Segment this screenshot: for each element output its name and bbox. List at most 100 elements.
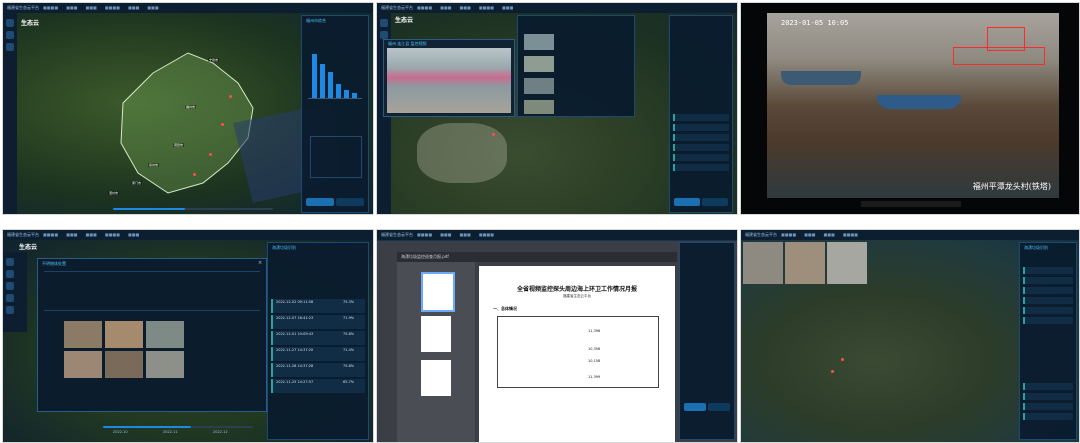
action-button[interactable] — [708, 403, 730, 411]
panel-title: 海漂垃圾识别 — [272, 245, 296, 250]
camera-watermark: 福州平潭龙头村(铁塔) — [972, 182, 1051, 191]
evidence-photo[interactable] — [785, 242, 825, 284]
evidence-photo[interactable] — [105, 351, 143, 378]
nav-icon[interactable] — [6, 258, 14, 266]
monitor-marker[interactable] — [221, 123, 224, 126]
list-item[interactable] — [1023, 287, 1073, 294]
nav-icon[interactable] — [6, 31, 14, 39]
action-button[interactable] — [702, 198, 728, 206]
evidence-photo[interactable] — [146, 351, 184, 378]
evidence-photo[interactable] — [64, 351, 102, 378]
app-logo: 生态云 — [395, 17, 414, 24]
monitor-marker[interactable] — [209, 153, 212, 156]
list-item[interactable] — [673, 154, 729, 161]
list-item[interactable] — [1023, 277, 1073, 284]
nav-icon[interactable] — [6, 282, 14, 290]
timestamp: 2023-01-05 10:05 — [781, 19, 849, 27]
page-thumbnail[interactable] — [421, 316, 451, 352]
detection-box — [953, 47, 1045, 65]
player-controls[interactable] — [861, 201, 961, 207]
action-button[interactable] — [306, 198, 334, 206]
app-logo: 生态云 — [21, 20, 40, 27]
stats-panel — [669, 15, 733, 213]
camera-thumb[interactable] — [524, 34, 554, 50]
doc-subtitle: 福建省生态云平台 — [563, 294, 591, 298]
monitor-marker[interactable] — [193, 173, 196, 176]
list-item[interactable]: 2022-12-01 10:09:43 75.8% — [271, 331, 365, 345]
list-score: 75.3% — [343, 300, 355, 304]
action-button[interactable] — [684, 403, 706, 411]
screenshot-panel-4: 福建省生态云平台 ■■■■ ■■■ ■■■ ■■■■ ■■■ 生态云 不明物体处置 × … — [2, 229, 374, 443]
list-item[interactable] — [1023, 307, 1073, 314]
top-tabs[interactable]: ■■■■ ■■■ ■■■ ■■■■ ■■■ — [417, 3, 521, 13]
list-item[interactable] — [673, 114, 729, 121]
camera-thumb[interactable] — [524, 56, 554, 72]
top-tabs[interactable]: ■■■■ ■■■ ■■■ ■■■■ ■■■ ■■■ — [43, 3, 167, 13]
monitor-marker[interactable] — [831, 370, 834, 373]
camera-thumb[interactable] — [524, 78, 554, 94]
page-thumbnail[interactable] — [421, 272, 455, 312]
evidence-photo[interactable] — [105, 321, 143, 348]
top-tabs[interactable]: ■■■■ ■■■ ■■■ ■■■■ ■■■ — [43, 230, 147, 240]
list-item[interactable] — [673, 144, 729, 151]
list-item[interactable] — [1023, 317, 1073, 324]
list-item[interactable] — [1023, 393, 1073, 400]
action-button[interactable] — [674, 198, 700, 206]
close-icon[interactable]: × — [258, 261, 263, 266]
boat — [877, 95, 961, 109]
bar — [352, 93, 357, 98]
nav-icon[interactable] — [380, 19, 388, 27]
nav-icon[interactable] — [6, 270, 14, 278]
screenshot-panel-1: 福建省生态云平台 ■■■■ ■■■ ■■■ ■■■■ ■■■ ■■■ 宁德市 福州市 莆田… — [2, 2, 374, 215]
video-window[interactable]: 福州 连江县 监控视频 — [383, 39, 515, 117]
list-date: 2022-12-01 10:09:43 — [276, 332, 314, 336]
nav-icon[interactable] — [6, 306, 14, 314]
list-item[interactable] — [673, 134, 729, 141]
window-title: 福建省生态云平台 — [381, 5, 413, 10]
app-logo: 生态云 — [19, 244, 38, 251]
bar — [336, 84, 341, 98]
list-item[interactable]: 2022-11-27 14:37:20 71.4% — [271, 347, 365, 361]
timeline-label: 2022-10 — [113, 430, 128, 434]
list-item[interactable]: 2022-11-25 14:27:57 65.7% — [271, 379, 365, 393]
list-item[interactable] — [1023, 413, 1073, 420]
nav-icon[interactable] — [6, 19, 14, 27]
page-thumbnail[interactable] — [421, 360, 451, 396]
list-item[interactable] — [1023, 267, 1073, 274]
pdf-thumbnail-strip — [397, 262, 475, 442]
town-area — [417, 123, 507, 183]
evidence-photo[interactable] — [827, 242, 867, 284]
table-cell: 11,399 — [588, 375, 601, 379]
table-cell: 10,358 — [588, 347, 601, 351]
list-item[interactable] — [673, 164, 729, 171]
list-item[interactable] — [1023, 383, 1073, 390]
region-tag: 宁德市 — [208, 58, 220, 62]
list-item[interactable] — [673, 124, 729, 131]
list-item[interactable] — [1023, 297, 1073, 304]
list-score: 71.9% — [343, 316, 355, 320]
nav-icon[interactable] — [6, 294, 14, 302]
evidence-photo[interactable] — [64, 321, 102, 348]
timeline-label: 2022-11 — [163, 430, 178, 434]
action-button[interactable] — [336, 198, 364, 206]
evidence-photo[interactable] — [146, 321, 184, 348]
list-item[interactable]: 2022-11-28 14:37:28 75.8% — [271, 363, 365, 377]
nav-icon[interactable] — [6, 43, 14, 51]
top-tabs[interactable]: ■■■■ ■■■ ■■■ ■■■■ — [781, 230, 866, 240]
camera-list-panel — [517, 15, 635, 117]
camera-thumb[interactable] — [524, 100, 554, 114]
list-item[interactable]: 2022-12-02 09:11:58 75.3% — [271, 299, 365, 313]
list-item[interactable]: 2022-12-07 16:41:23 71.9% — [271, 315, 365, 329]
top-tabs[interactable]: ■■■■ ■■■ ■■■ ■■■■ — [417, 230, 502, 240]
pdf-filename: 海漂垃圾监控巡查月报.pdf — [401, 254, 449, 259]
nav-icon[interactable] — [380, 31, 388, 39]
evidence-photo[interactable] — [743, 242, 783, 284]
list-item[interactable] — [1023, 403, 1073, 410]
monitor-marker[interactable] — [229, 95, 232, 98]
stats-panel — [679, 242, 735, 440]
monitor-marker[interactable] — [492, 133, 495, 136]
monitor-marker[interactable] — [841, 358, 844, 361]
video-title: 福州 连江县 监控视频 — [388, 41, 427, 46]
detail-fields — [44, 271, 260, 311]
detection-list-panel: 海漂垃圾识别 — [1019, 242, 1077, 440]
